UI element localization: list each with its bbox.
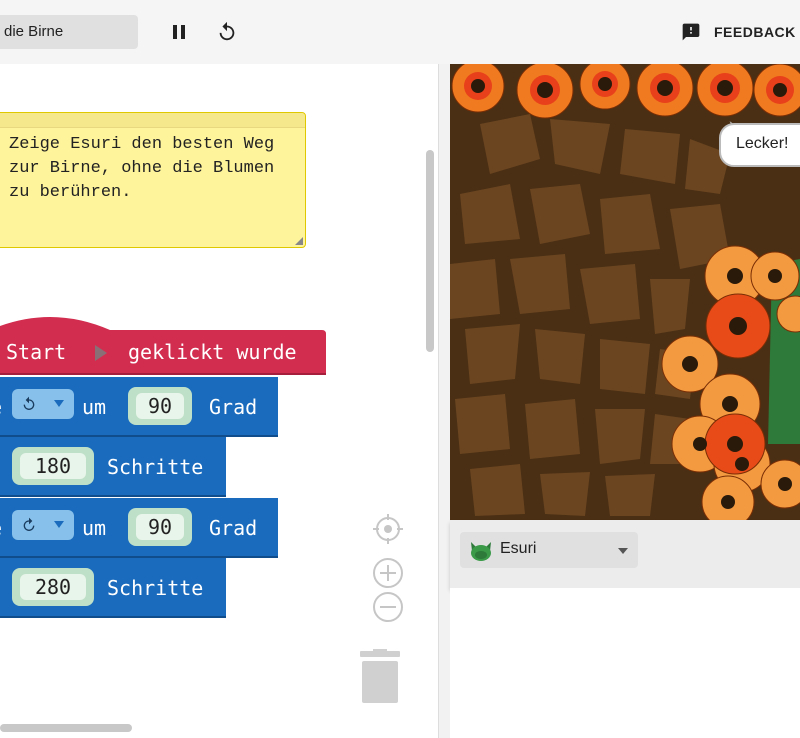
turn-right-block[interactable]: e um 90 Grad — [0, 498, 278, 558]
move-steps-block[interactable]: 280 Schritte — [0, 558, 226, 618]
hat-start-label: Start — [6, 340, 67, 364]
chevron-down-icon — [54, 521, 64, 528]
pause-button[interactable] — [166, 19, 192, 45]
trash-icon[interactable] — [358, 649, 402, 705]
reset-icon — [219, 21, 235, 41]
level-title-field[interactable]: die Birne — [0, 15, 138, 49]
turn2-degrees-input[interactable]: 90 — [128, 508, 192, 546]
block-label: um — [82, 395, 107, 419]
zoom-in-icon[interactable] — [372, 557, 404, 589]
direction-dropdown-left[interactable] — [12, 389, 74, 419]
comment-header[interactable] — [0, 113, 305, 128]
turn1-degrees-value: 90 — [136, 393, 184, 419]
chevron-down-icon — [54, 400, 64, 407]
rotate-right-icon — [23, 517, 35, 531]
comment-line: Zeige Esuri den besten Weg — [9, 135, 275, 154]
pause-icon — [173, 25, 185, 39]
sprite-select[interactable]: Esuri — [460, 532, 638, 568]
instruction-comment[interactable]: Zeige Esuri den besten Weg zur Birne, oh… — [0, 112, 306, 248]
speech-bubble-text: Lecker! — [736, 135, 789, 152]
esuri-avatar — [471, 542, 491, 561]
when-start-clicked-block[interactable]: Start geklickt wurde — [0, 314, 326, 376]
sprite-bar: Esuri — [450, 520, 800, 588]
play-flag-icon — [95, 345, 107, 361]
block-label: e — [0, 516, 2, 540]
move1-steps-input[interactable]: 180 — [12, 447, 94, 485]
recenter-icon[interactable] — [372, 513, 404, 545]
level-title: die Birne — [4, 23, 64, 40]
properties-area — [450, 588, 800, 738]
rotate-left-icon — [23, 396, 35, 410]
comment-text: Zeige Esuri den besten Weg zur Birne, oh… — [9, 133, 299, 205]
turn1-degrees-input[interactable]: 90 — [128, 387, 192, 425]
blocks-workspace[interactable]: Zeige Esuri den besten Weg zur Birne, oh… — [0, 64, 439, 738]
move1-steps-value: 180 — [20, 453, 86, 479]
sprite-name: Esuri — [500, 540, 537, 557]
move2-steps-input[interactable]: 280 — [12, 568, 94, 606]
feedback-button[interactable]: FEEDBACK — [714, 24, 796, 40]
zoom-out-icon[interactable] — [372, 591, 404, 623]
turn-left-block[interactable]: e um 90 Grad — [0, 377, 278, 437]
block-label: Grad — [209, 516, 258, 540]
direction-dropdown-right[interactable] — [12, 510, 74, 540]
move-steps-block[interactable]: 180 Schritte — [0, 437, 226, 497]
block-label: Schritte — [107, 576, 204, 600]
comment-line: zu berühren. — [9, 183, 132, 202]
workspace-horizontal-scrollbar[interactable] — [0, 724, 132, 732]
block-label: um — [82, 516, 107, 540]
move2-steps-value: 280 — [20, 574, 86, 600]
block-label: Grad — [209, 395, 258, 419]
feedback-icon — [682, 23, 700, 41]
comment-resize-handle[interactable] — [295, 237, 303, 245]
workspace-vertical-scrollbar[interactable] — [426, 150, 434, 352]
block-label: Schritte — [107, 455, 204, 479]
stage-scene — [450, 64, 800, 520]
game-stage[interactable]: Lecker! — [450, 64, 800, 520]
top-bar: die Birne FEEDBACK — [0, 0, 800, 64]
reset-button[interactable] — [214, 19, 240, 45]
comment-line: zur Birne, ohne die Blumen — [9, 159, 275, 178]
hat-clicked-label: geklickt wurde — [128, 340, 297, 364]
block-label: e — [0, 395, 2, 419]
chevron-down-icon — [618, 548, 628, 554]
turn2-degrees-value: 90 — [136, 514, 184, 540]
